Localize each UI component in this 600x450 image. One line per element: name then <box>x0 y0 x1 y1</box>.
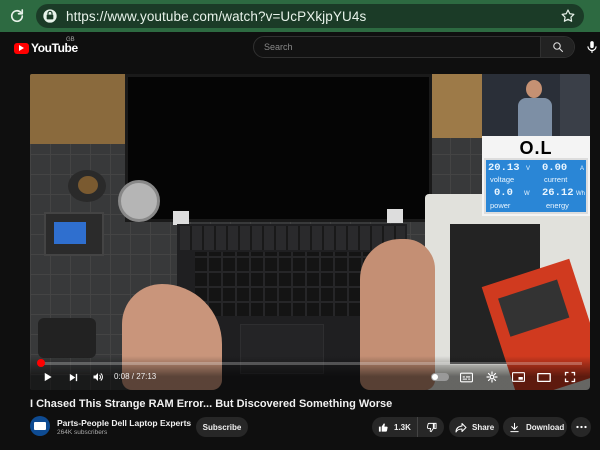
bookmark-star-icon[interactable] <box>560 8 576 24</box>
voltage-value: 20.13 <box>488 162 520 174</box>
energy-label: energy <box>546 201 569 210</box>
more-actions-button[interactable] <box>571 417 591 437</box>
laptop-logo-icon <box>34 422 46 430</box>
theater-mode-button[interactable] <box>537 370 551 384</box>
next-button[interactable] <box>66 370 80 384</box>
reload-icon[interactable] <box>8 7 26 25</box>
subscribe-button[interactable]: Subscribe <box>196 417 248 437</box>
thumbs-down-icon <box>426 422 437 432</box>
next-icon <box>69 373 77 381</box>
voltage-unit: V <box>526 166 531 172</box>
wooden-shelf <box>30 74 140 144</box>
subtitles-button[interactable] <box>459 370 473 384</box>
more-dots-icon <box>575 425 587 429</box>
soldering-stand <box>38 318 96 358</box>
fullscreen-button[interactable] <box>563 370 577 384</box>
subscriber-count: 264K subscribers <box>57 429 108 436</box>
share-label: Share <box>472 422 495 432</box>
laptop-vent <box>180 226 405 250</box>
power-unit: W <box>524 191 530 197</box>
small-power-meter <box>44 212 104 256</box>
parts-tray <box>118 180 160 222</box>
video-title: I Chased This Strange RAM Error... But D… <box>30 398 393 410</box>
progress-bar[interactable] <box>37 359 582 367</box>
progress-scrubber[interactable] <box>37 359 45 367</box>
tip-cleaner <box>68 170 106 202</box>
subtitles-icon <box>459 372 473 382</box>
usb-meter-lcd: 20.13 V 0.00 A voltage current 0.0 W 26.… <box>484 158 588 214</box>
power-label: power <box>490 201 511 210</box>
search-icon <box>552 42 563 53</box>
like-dislike-group: 1.3K <box>372 417 444 437</box>
laptop-screen <box>125 74 432 222</box>
url-text[interactable]: https://www.youtube.com/watch?v=UcPXkjpY… <box>66 9 366 24</box>
site-info-icon[interactable] <box>42 8 58 24</box>
like-count: 1.3K <box>394 422 411 432</box>
search-box <box>253 36 575 58</box>
like-button[interactable]: 1.3K <box>372 417 418 437</box>
player-controls: 0:08 / 27:13 <box>30 356 590 390</box>
miniplayer-icon <box>511 372 525 382</box>
autoplay-toggle[interactable] <box>431 373 449 381</box>
youtube-play-logo-icon <box>14 42 29 54</box>
share-button[interactable]: Share <box>449 417 499 437</box>
thumbs-up-icon <box>378 422 388 432</box>
browser-toolbar: https://www.youtube.com/watch?v=UcPXkjpY… <box>0 0 600 32</box>
logo-wordmark: YouTube <box>31 41 78 55</box>
laptop-hinge-right <box>387 209 403 223</box>
dislike-button[interactable] <box>418 422 444 433</box>
microphone-icon[interactable] <box>585 39 599 55</box>
download-label: Download <box>526 422 565 432</box>
theater-mode-icon <box>537 372 551 382</box>
laptop-hinge-left <box>173 211 189 225</box>
miniplayer-button[interactable] <box>511 370 525 384</box>
channel-name[interactable]: Parts-People Dell Laptop Experts <box>57 418 191 428</box>
download-icon <box>510 422 519 432</box>
settings-button[interactable] <box>485 370 499 384</box>
current-label: current <box>544 175 568 184</box>
play-button[interactable] <box>40 370 54 384</box>
laptop-keyboard <box>195 252 385 316</box>
address-bar[interactable]: https://www.youtube.com/watch?v=UcPXkjpY… <box>36 4 584 28</box>
download-button[interactable]: Download <box>503 417 567 437</box>
current-unit: A <box>580 166 585 172</box>
share-icon <box>455 422 467 432</box>
time-display: 0:08 / 27:13 <box>114 372 157 381</box>
current-value: 0.00 <box>542 162 568 174</box>
presenter <box>518 80 552 138</box>
youtube-logo[interactable]: YouTube GB <box>14 37 78 55</box>
volume-icon <box>93 373 103 381</box>
youtube-header: YouTube GB <box>0 32 600 62</box>
search-input[interactable] <box>264 42 534 52</box>
ol-readout: O.L <box>519 138 553 158</box>
presenter-inset <box>482 74 590 138</box>
channel-avatar[interactable] <box>30 416 50 436</box>
region-code: GB <box>66 37 75 43</box>
play-icon <box>44 372 52 382</box>
energy-value: 26.12 <box>542 187 574 199</box>
fullscreen-icon <box>564 371 576 383</box>
voltage-label: voltage <box>490 175 515 184</box>
power-value: 0.0 <box>494 187 513 199</box>
volume-button[interactable] <box>90 370 106 384</box>
energy-unit: Wh <box>576 191 585 197</box>
video-player[interactable]: O.L 20.13 V 0.00 A voltage current 0.0 W… <box>30 74 590 390</box>
search-button[interactable] <box>540 37 574 57</box>
settings-gear-icon <box>486 371 498 383</box>
